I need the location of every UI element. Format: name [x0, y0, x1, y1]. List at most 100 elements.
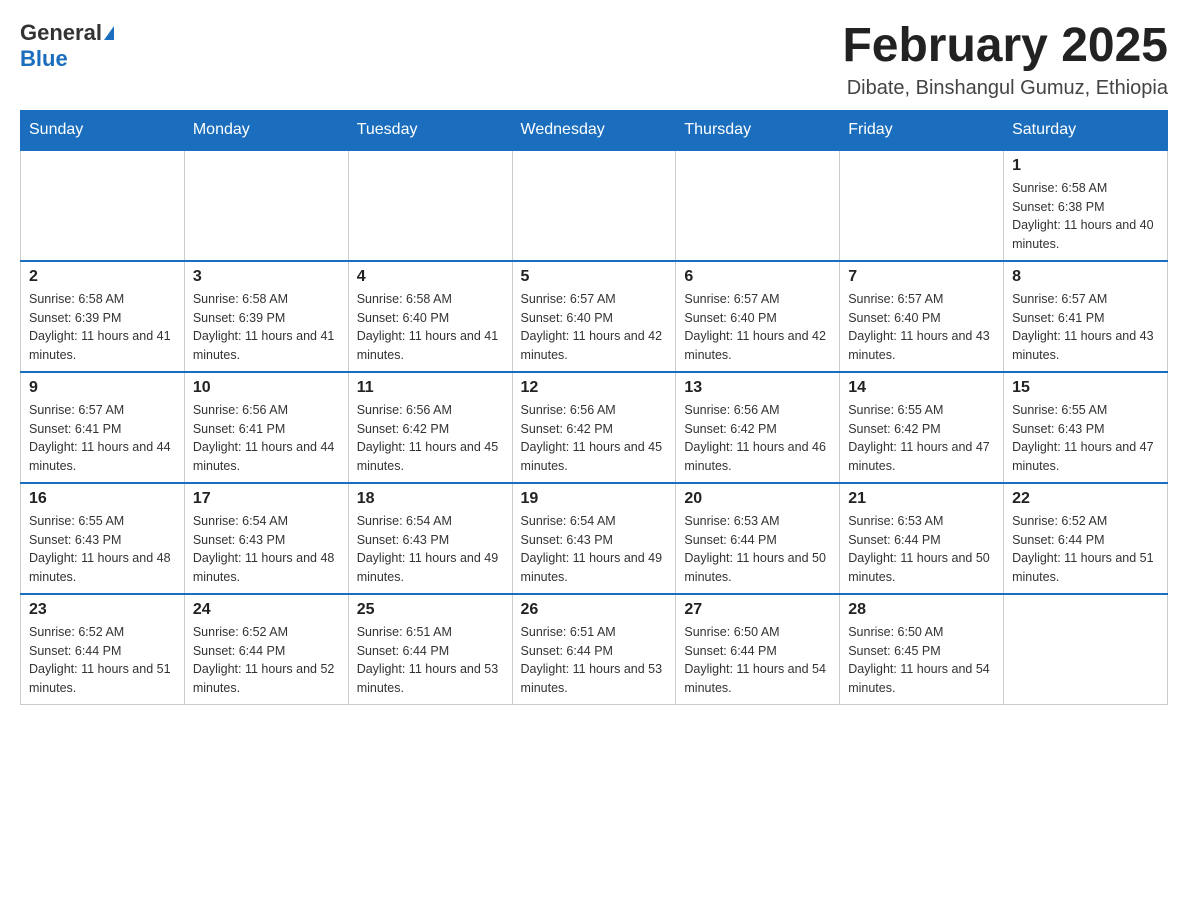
weekday-header-sunday: Sunday [21, 110, 185, 150]
page-header: General Blue February 2025 Dibate, Binsh… [20, 20, 1168, 100]
day-info: Sunrise: 6:55 AMSunset: 6:43 PMDaylight:… [1012, 401, 1159, 476]
day-number: 22 [1012, 490, 1159, 508]
calendar-cell: 15 Sunrise: 6:55 AMSunset: 6:43 PMDayligh… [1004, 372, 1168, 483]
calendar-week-row-4: 23 Sunrise: 6:52 AMSunset: 6:44 PMDayligh… [21, 594, 1168, 705]
calendar-cell: 6 Sunrise: 6:57 AMSunset: 6:40 PMDaylight… [676, 261, 840, 372]
calendar-cell: 17 Sunrise: 6:54 AMSunset: 6:43 PMDayligh… [184, 483, 348, 594]
day-number: 20 [684, 490, 831, 508]
calendar-cell: 12 Sunrise: 6:56 AMSunset: 6:42 PMDayligh… [512, 372, 676, 483]
header-right: February 2025 Dibate, Binshangul Gumuz, … [842, 20, 1168, 100]
calendar-cell: 28 Sunrise: 6:50 AMSunset: 6:45 PMDayligh… [840, 594, 1004, 705]
calendar-cell: 8 Sunrise: 6:57 AMSunset: 6:41 PMDaylight… [1004, 261, 1168, 372]
calendar-week-row-1: 2 Sunrise: 6:58 AMSunset: 6:39 PMDaylight… [21, 261, 1168, 372]
logo-blue-text: Blue [20, 46, 68, 72]
logo-general-text: General [20, 20, 102, 46]
day-number: 28 [848, 601, 995, 619]
calendar-cell: 19 Sunrise: 6:54 AMSunset: 6:43 PMDayligh… [512, 483, 676, 594]
day-number: 14 [848, 379, 995, 397]
calendar-cell: 22 Sunrise: 6:52 AMSunset: 6:44 PMDayligh… [1004, 483, 1168, 594]
calendar-week-row-3: 16 Sunrise: 6:55 AMSunset: 6:43 PMDayligh… [21, 483, 1168, 594]
day-info: Sunrise: 6:57 AMSunset: 6:40 PMDaylight:… [521, 290, 668, 365]
day-info: Sunrise: 6:54 AMSunset: 6:43 PMDaylight:… [193, 512, 340, 587]
day-info: Sunrise: 6:56 AMSunset: 6:42 PMDaylight:… [357, 401, 504, 476]
calendar-cell: 13Sunrise: 6:56 AMSunset: 6:42 PMDayligh… [676, 372, 840, 483]
logo-triangle-icon [104, 26, 114, 40]
calendar-cell [1004, 594, 1168, 705]
day-info: Sunrise: 6:55 AMSunset: 6:42 PMDaylight:… [848, 401, 995, 476]
day-info: Sunrise: 6:51 AMSunset: 6:44 PMDaylight:… [521, 623, 668, 698]
weekday-header-wednesday: Wednesday [512, 110, 676, 150]
day-info: Sunrise: 6:53 AMSunset: 6:44 PMDaylight:… [848, 512, 995, 587]
day-number: 17 [193, 490, 340, 508]
day-number: 4 [357, 268, 504, 286]
day-number: 16 [29, 490, 176, 508]
day-number: 2 [29, 268, 176, 286]
day-info: Sunrise: 6:50 AMSunset: 6:45 PMDaylight:… [848, 623, 995, 698]
weekday-header-tuesday: Tuesday [348, 110, 512, 150]
location-text: Dibate, Binshangul Gumuz, Ethiopia [842, 77, 1168, 100]
day-info: Sunrise: 6:50 AMSunset: 6:44 PMDaylight:… [684, 623, 831, 698]
day-info: Sunrise: 6:58 AMSunset: 6:39 PMDaylight:… [193, 290, 340, 365]
calendar-cell [676, 150, 840, 261]
day-info: Sunrise: 6:58 AMSunset: 6:38 PMDaylight:… [1012, 179, 1159, 254]
calendar-cell: 10Sunrise: 6:56 AMSunset: 6:41 PMDayligh… [184, 372, 348, 483]
calendar-cell: 16 Sunrise: 6:55 AMSunset: 6:43 PMDayligh… [21, 483, 185, 594]
day-info: Sunrise: 6:57 AMSunset: 6:41 PMDaylight:… [1012, 290, 1159, 365]
calendar-cell: 20Sunrise: 6:53 AMSunset: 6:44 PMDayligh… [676, 483, 840, 594]
day-number: 26 [521, 601, 668, 619]
day-number: 27 [684, 601, 831, 619]
calendar-cell: 2 Sunrise: 6:58 AMSunset: 6:39 PMDaylight… [21, 261, 185, 372]
day-number: 9 [29, 379, 176, 397]
day-info: Sunrise: 6:57 AMSunset: 6:41 PMDaylight:… [29, 401, 176, 476]
day-info: Sunrise: 6:54 AMSunset: 6:43 PMDaylight:… [357, 512, 504, 587]
day-number: 11 [357, 379, 504, 397]
day-number: 8 [1012, 268, 1159, 286]
calendar-table: SundayMondayTuesdayWednesdayThursdayFrid… [20, 110, 1168, 705]
day-number: 25 [357, 601, 504, 619]
day-number: 23 [29, 601, 176, 619]
calendar-cell: 23 Sunrise: 6:52 AMSunset: 6:44 PMDayligh… [21, 594, 185, 705]
day-number: 19 [521, 490, 668, 508]
calendar-cell: 14 Sunrise: 6:55 AMSunset: 6:42 PMDayligh… [840, 372, 1004, 483]
calendar-cell: 1Sunrise: 6:58 AMSunset: 6:38 PMDaylight… [1004, 150, 1168, 261]
day-info: Sunrise: 6:52 AMSunset: 6:44 PMDaylight:… [29, 623, 176, 698]
day-info: Sunrise: 6:56 AMSunset: 6:42 PMDaylight:… [521, 401, 668, 476]
day-number: 24 [193, 601, 340, 619]
calendar-week-row-0: 1Sunrise: 6:58 AMSunset: 6:38 PMDaylight… [21, 150, 1168, 261]
calendar-cell: 25 Sunrise: 6:51 AMSunset: 6:44 PMDayligh… [348, 594, 512, 705]
month-title: February 2025 [842, 20, 1168, 73]
calendar-cell [840, 150, 1004, 261]
calendar-cell: 7Sunrise: 6:57 AMSunset: 6:40 PMDaylight… [840, 261, 1004, 372]
calendar-cell: 18Sunrise: 6:54 AMSunset: 6:43 PMDayligh… [348, 483, 512, 594]
calendar-cell: 26 Sunrise: 6:51 AMSunset: 6:44 PMDayligh… [512, 594, 676, 705]
weekday-header-row: SundayMondayTuesdayWednesdayThursdayFrid… [21, 110, 1168, 150]
calendar-cell: 11 Sunrise: 6:56 AMSunset: 6:42 PMDayligh… [348, 372, 512, 483]
day-info: Sunrise: 6:55 AMSunset: 6:43 PMDaylight:… [29, 512, 176, 587]
calendar-week-row-2: 9 Sunrise: 6:57 AMSunset: 6:41 PMDaylight… [21, 372, 1168, 483]
day-number: 15 [1012, 379, 1159, 397]
day-number: 3 [193, 268, 340, 286]
day-number: 7 [848, 268, 995, 286]
calendar-cell: 9 Sunrise: 6:57 AMSunset: 6:41 PMDaylight… [21, 372, 185, 483]
calendar-cell [184, 150, 348, 261]
calendar-cell: 3 Sunrise: 6:58 AMSunset: 6:39 PMDaylight… [184, 261, 348, 372]
day-info: Sunrise: 6:58 AMSunset: 6:39 PMDaylight:… [29, 290, 176, 365]
day-number: 21 [848, 490, 995, 508]
day-info: Sunrise: 6:52 AMSunset: 6:44 PMDaylight:… [1012, 512, 1159, 587]
day-info: Sunrise: 6:58 AMSunset: 6:40 PMDaylight:… [357, 290, 504, 365]
day-number: 6 [684, 268, 831, 286]
day-info: Sunrise: 6:56 AMSunset: 6:41 PMDaylight:… [193, 401, 340, 476]
calendar-cell: 21 Sunrise: 6:53 AMSunset: 6:44 PMDayligh… [840, 483, 1004, 594]
calendar-cell: 24Sunrise: 6:52 AMSunset: 6:44 PMDayligh… [184, 594, 348, 705]
calendar-cell [21, 150, 185, 261]
day-info: Sunrise: 6:57 AMSunset: 6:40 PMDaylight:… [684, 290, 831, 365]
calendar-cell: 4 Sunrise: 6:58 AMSunset: 6:40 PMDaylight… [348, 261, 512, 372]
day-info: Sunrise: 6:56 AMSunset: 6:42 PMDaylight:… [684, 401, 831, 476]
weekday-header-saturday: Saturday [1004, 110, 1168, 150]
day-number: 12 [521, 379, 668, 397]
calendar-cell [348, 150, 512, 261]
day-info: Sunrise: 6:51 AMSunset: 6:44 PMDaylight:… [357, 623, 504, 698]
day-info: Sunrise: 6:54 AMSunset: 6:43 PMDaylight:… [521, 512, 668, 587]
weekday-header-friday: Friday [840, 110, 1004, 150]
day-number: 5 [521, 268, 668, 286]
